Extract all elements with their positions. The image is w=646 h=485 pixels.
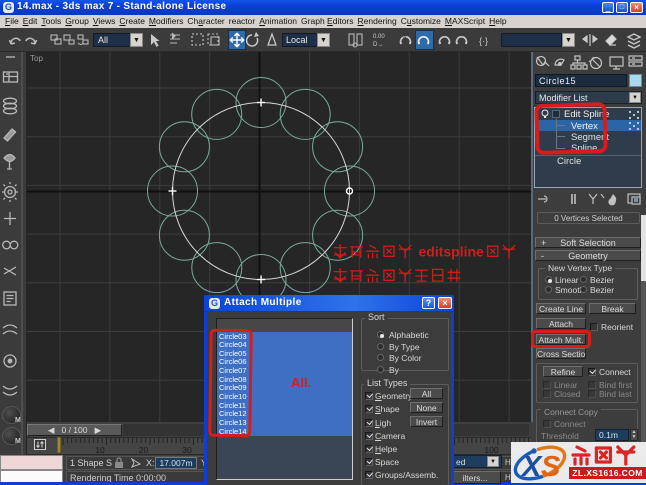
svg-text:10: 10 xyxy=(95,445,105,455)
svg-text:0.00: 0.00 xyxy=(373,34,385,40)
svg-text:S: S xyxy=(541,451,561,483)
svg-text:{·}: {·} xyxy=(479,36,488,46)
svg-text:D→: D→ xyxy=(373,42,383,48)
svg-text:20: 20 xyxy=(139,445,149,455)
svg-text:editspline: editspline xyxy=(419,244,485,260)
svg-text:3: 3 xyxy=(403,37,407,43)
svg-text:100: 100 xyxy=(484,445,498,455)
svg-text:X: X xyxy=(520,451,543,483)
svg-text:30: 30 xyxy=(182,445,192,455)
